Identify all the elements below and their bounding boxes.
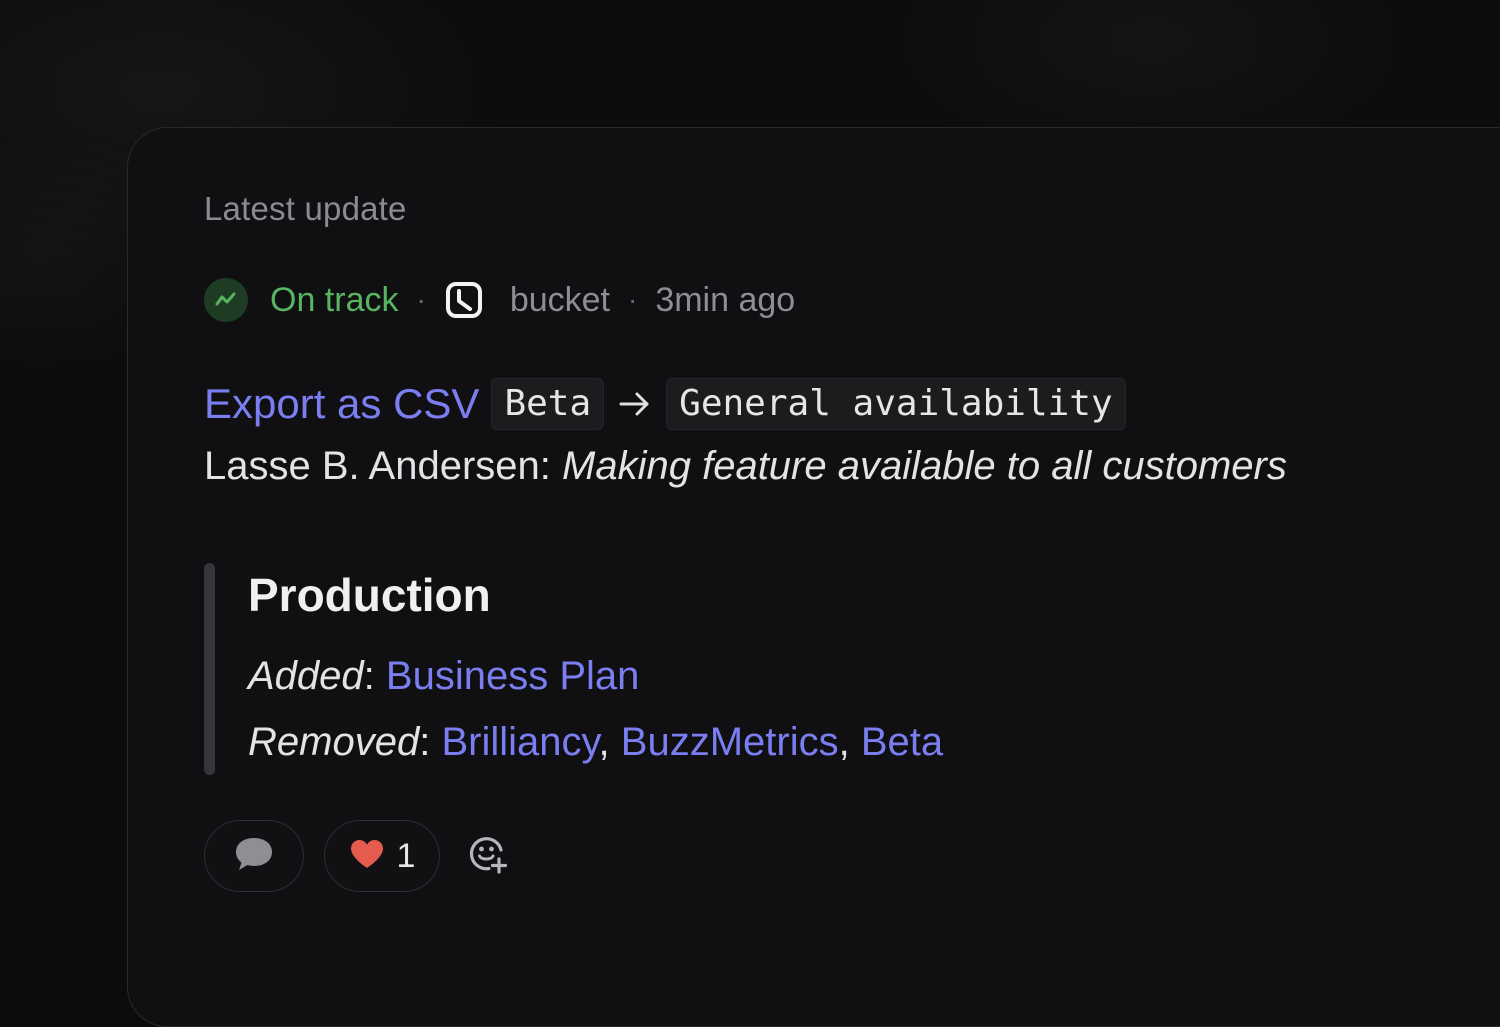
separator-dot: · xyxy=(628,284,638,315)
heart-reaction-button[interactable]: 1 xyxy=(324,820,440,892)
environment-title: Production xyxy=(248,569,491,621)
comment-button[interactable] xyxy=(204,820,304,892)
removed-item-link[interactable]: BuzzMetrics xyxy=(621,720,839,764)
heart-icon xyxy=(349,838,385,875)
separator-dot: · xyxy=(416,284,426,315)
removed-label: Removed xyxy=(248,720,420,764)
message-text: Making feature available to all customer… xyxy=(562,444,1287,488)
reactions-bar: 1 xyxy=(204,820,510,892)
bucket-app-icon xyxy=(444,280,484,320)
section-label: Latest update xyxy=(204,190,407,227)
update-meta: On track · bucket · 3min ago xyxy=(204,276,795,324)
quote-bar xyxy=(204,563,215,775)
added-line: Added: Business Plan xyxy=(248,654,640,698)
status-text: On track xyxy=(270,280,399,319)
stage-change: Export as CSV Beta General availability xyxy=(204,376,1126,432)
removed-item-link[interactable]: Brilliancy xyxy=(441,720,598,764)
add-reaction-icon xyxy=(467,833,509,880)
add-reaction-button[interactable] xyxy=(466,834,510,878)
app-name[interactable]: bucket xyxy=(510,281,610,320)
added-item-link[interactable]: Business Plan xyxy=(386,654,639,698)
to-stage-badge: General availability xyxy=(666,378,1126,430)
update-message: Lasse B. Andersen: Making feature availa… xyxy=(204,444,1287,489)
heart-count: 1 xyxy=(396,836,416,875)
removed-item-link[interactable]: Beta xyxy=(861,720,943,764)
removed-line: Removed: Brilliancy, BuzzMetrics, Beta xyxy=(248,720,944,764)
added-label: Added xyxy=(248,654,364,698)
author-name: Lasse B. Andersen: xyxy=(204,444,551,488)
status-trend-icon xyxy=(204,278,248,322)
comment-icon xyxy=(233,835,275,878)
arrow-right-icon xyxy=(618,389,652,419)
timestamp: 3min ago xyxy=(655,280,796,319)
feature-link[interactable]: Export as CSV xyxy=(204,380,479,428)
from-stage-badge: Beta xyxy=(491,378,605,430)
